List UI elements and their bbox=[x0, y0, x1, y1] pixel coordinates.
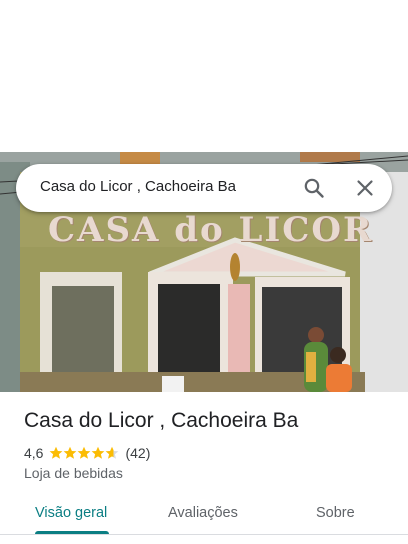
search-icon[interactable] bbox=[302, 176, 326, 200]
rating-value: 4,6 bbox=[24, 445, 44, 461]
star-icon bbox=[92, 446, 105, 459]
star-icon bbox=[64, 446, 77, 459]
star-icon bbox=[78, 446, 91, 459]
place-category: Loja de bebidas bbox=[24, 465, 123, 481]
place-title: Casa do Licor , Cachoeira Ba bbox=[24, 409, 299, 432]
rating-stars bbox=[49, 446, 119, 460]
review-count[interactable]: (42) bbox=[125, 445, 150, 461]
star-icon bbox=[106, 446, 119, 459]
tab-reviews[interactable]: Avaliações bbox=[168, 494, 238, 534]
search-input[interactable]: Casa do Licor , Cachoeira Ba bbox=[40, 178, 236, 195]
storefront-sign: CASA do LICOR bbox=[48, 210, 374, 250]
search-bar[interactable]: Casa do Licor , Cachoeira Ba bbox=[16, 164, 392, 212]
close-icon[interactable] bbox=[353, 176, 377, 200]
rating-row[interactable]: 4,6 (42) bbox=[24, 444, 150, 462]
tab-about[interactable]: Sobre bbox=[316, 494, 355, 534]
star-icon bbox=[50, 446, 63, 459]
tabs-divider bbox=[0, 534, 408, 535]
place-tabs: Visão geral Avaliações Sobre bbox=[0, 494, 408, 538]
blank-area bbox=[0, 0, 408, 152]
tab-overview[interactable]: Visão geral bbox=[35, 494, 107, 534]
